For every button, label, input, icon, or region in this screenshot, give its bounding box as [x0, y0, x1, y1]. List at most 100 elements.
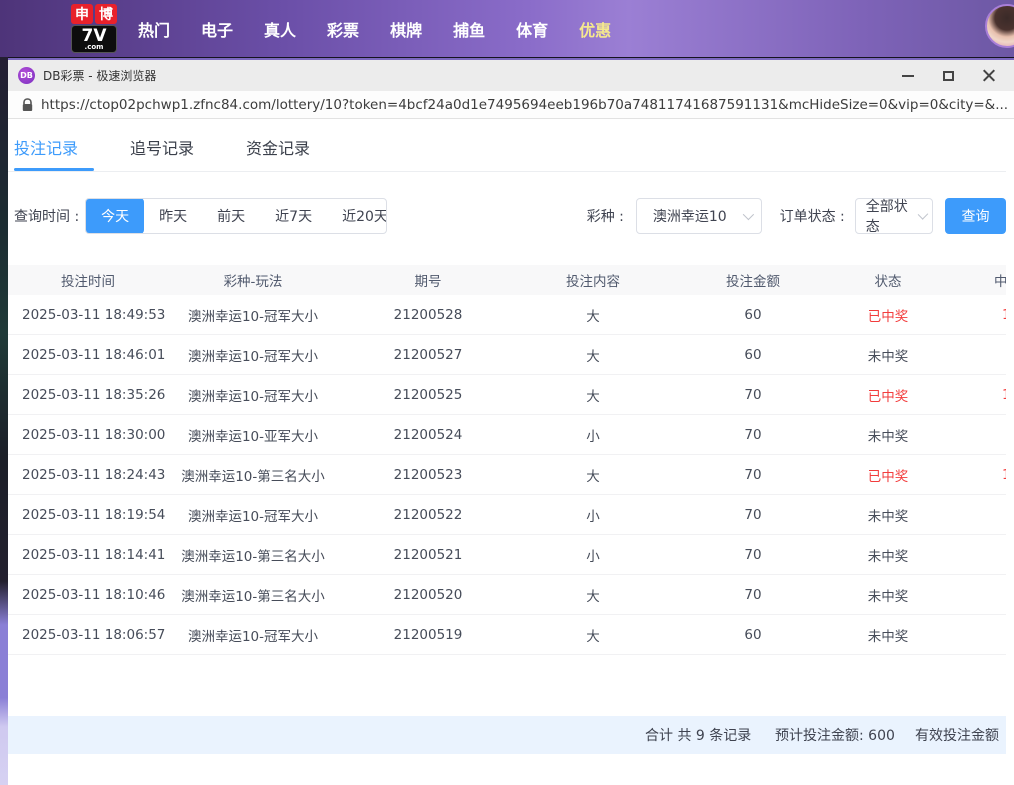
- page-content: 投注记录追号记录资金记录 查询时间 : 今天昨天前天近7天近20天(低频) 彩种…: [8, 119, 1014, 785]
- column-header-5: 投注金额: [668, 270, 838, 290]
- table-row[interactable]: 2025-03-11 18:24:43澳洲幸运10-第三名大小21200523大…: [8, 455, 1006, 495]
- cell-game: 澳洲幸运10-第三名大小: [168, 585, 338, 605]
- cell-amount: 70: [668, 427, 838, 443]
- cell-status: 已中奖: [838, 465, 938, 485]
- cell-status: 已中奖: [838, 305, 938, 325]
- cell-game: 澳洲幸运10-冠军大小: [168, 385, 338, 405]
- column-header-7: 中奖金额: [938, 270, 1006, 290]
- column-header-2: 彩种-玩法: [168, 270, 338, 290]
- cell-issue: 21200524: [338, 427, 518, 443]
- nav-item-4[interactable]: 彩票: [327, 17, 359, 41]
- close-button[interactable]: [968, 60, 1008, 91]
- top-nav: 热门 电子 真人 彩票 棋牌 捕鱼 体育 优惠: [138, 17, 611, 41]
- logo-com-text: .com: [72, 44, 116, 51]
- user-avatar[interactable]: [985, 4, 1014, 48]
- table-row[interactable]: 2025-03-11 18:14:41澳洲幸运10-第三名大小21200521小…: [8, 535, 1006, 575]
- cell-content: 大: [518, 305, 668, 325]
- app-icon: DB: [18, 67, 35, 84]
- cell-amount: 70: [668, 587, 838, 603]
- lottery-select-value: 澳洲幸运10: [653, 206, 727, 226]
- site-logo[interactable]: 申 博 7V .com: [68, 4, 120, 54]
- table-header-row: 投注时间彩种-玩法期号投注内容投注金额状态中奖金额: [8, 265, 1006, 295]
- cell-time: 2025-03-11 18:10:46: [8, 587, 168, 603]
- table-body: 2025-03-11 18:49:53澳洲幸运10-冠军大小21200528大6…: [8, 295, 1006, 655]
- table-row[interactable]: 2025-03-11 18:06:57澳洲幸运10-冠军大小21200519大6…: [8, 615, 1006, 655]
- nav-item-6[interactable]: 捕鱼: [453, 17, 485, 41]
- cell-content: 大: [518, 465, 668, 485]
- order-status-select[interactable]: 全部状态: [855, 198, 933, 234]
- summary-expected-amount: 预计投注金额: 600: [775, 716, 895, 754]
- cell-time: 2025-03-11 18:46:01: [8, 347, 168, 363]
- nav-item-8[interactable]: 优惠: [579, 17, 611, 41]
- table-row[interactable]: 2025-03-11 18:19:54澳洲幸运10-冠军大小21200522小7…: [8, 495, 1006, 535]
- cell-amount: 70: [668, 467, 838, 483]
- time-option-5[interactable]: 近20天(低频): [327, 198, 387, 234]
- window-title: DB彩票 - 极速浏览器: [43, 67, 156, 84]
- time-option-3[interactable]: 前天: [202, 198, 260, 234]
- lottery-select[interactable]: 澳洲幸运10: [636, 198, 762, 234]
- cell-time: 2025-03-11 18:19:54: [8, 507, 168, 523]
- filter-bar: 查询时间 : 今天昨天前天近7天近20天(低频) 彩种 : 澳洲幸运10 订单状…: [8, 198, 1006, 234]
- tab-1[interactable]: 投注记录: [14, 123, 124, 171]
- summary-valid-amount: 有效投注金额: [915, 716, 999, 754]
- search-button[interactable]: 查询: [945, 198, 1006, 234]
- nav-item-5[interactable]: 棋牌: [390, 17, 422, 41]
- column-header-3: 期号: [338, 270, 518, 290]
- time-filter-group: 今天昨天前天近7天近20天(低频): [85, 198, 387, 234]
- cell-game: 澳洲幸运10-第三名大小: [168, 545, 338, 565]
- time-option-4[interactable]: 近7天: [260, 198, 327, 234]
- cell-game: 澳洲幸运10-冠军大小: [168, 505, 338, 525]
- table-row[interactable]: 2025-03-11 18:46:01澳洲幸运10-冠军大小21200527大6…: [8, 335, 1006, 375]
- logo-char-2: 博: [95, 4, 117, 24]
- nav-item-3[interactable]: 真人: [264, 17, 296, 41]
- cell-content: 小: [518, 545, 668, 565]
- nav-item-2[interactable]: 电子: [201, 17, 233, 41]
- cell-amount: 70: [668, 547, 838, 563]
- time-option-2[interactable]: 昨天: [144, 198, 202, 234]
- nav-item-1[interactable]: 热门: [138, 17, 170, 41]
- site-topbar: 申 博 7V .com 热门 电子 真人 彩票 棋牌 捕鱼 体育 优惠: [0, 0, 1014, 57]
- chevron-down-icon: [917, 209, 928, 220]
- table-row[interactable]: 2025-03-11 18:35:26澳洲幸运10-冠军大小21200525大7…: [8, 375, 1006, 415]
- cell-game: 澳洲幸运10-亚军大小: [168, 425, 338, 445]
- cell-amount: 70: [668, 387, 838, 403]
- cell-amount: 60: [668, 307, 838, 323]
- tab-3[interactable]: 资金记录: [246, 123, 356, 171]
- cell-content: 大: [518, 385, 668, 405]
- cell-time: 2025-03-11 18:06:57: [8, 627, 168, 643]
- address-bar[interactable]: https://ctop02pchwp1.zfnc84.com/lottery/…: [8, 91, 1014, 119]
- table-row[interactable]: 2025-03-11 18:30:00澳洲幸运10-亚军大小21200524小7…: [8, 415, 1006, 455]
- cell-issue: 21200523: [338, 467, 518, 483]
- url-text[interactable]: https://ctop02pchwp1.zfnc84.com/lottery/…: [41, 97, 1008, 113]
- minimize-icon: [902, 75, 914, 77]
- cell-amount: 70: [668, 507, 838, 523]
- table-row[interactable]: 2025-03-11 18:49:53澳洲幸运10-冠军大小21200528大6…: [8, 295, 1006, 335]
- nav-item-7[interactable]: 体育: [516, 17, 548, 41]
- cell-status: 未中奖: [838, 545, 938, 565]
- bet-records-table: 投注时间彩种-玩法期号投注内容投注金额状态中奖金额 2025-03-11 18:…: [8, 265, 1006, 655]
- maximize-button[interactable]: [928, 60, 968, 91]
- cell-win: 1: [938, 387, 1006, 403]
- cell-win: 1: [938, 467, 1006, 483]
- minimize-button[interactable]: [888, 60, 928, 91]
- window-titlebar[interactable]: DB DB彩票 - 极速浏览器: [8, 60, 1014, 91]
- column-header-4: 投注内容: [518, 270, 668, 290]
- cell-issue: 21200519: [338, 627, 518, 643]
- cell-issue: 21200525: [338, 387, 518, 403]
- table-row[interactable]: 2025-03-11 18:10:46澳洲幸运10-第三名大小21200520大…: [8, 575, 1006, 615]
- cell-status: 已中奖: [838, 385, 938, 405]
- time-option-1[interactable]: 今天: [86, 198, 144, 234]
- cell-amount: 60: [668, 347, 838, 363]
- cell-issue: 21200522: [338, 507, 518, 523]
- cell-game: 澳洲幸运10-冠军大小: [168, 305, 338, 325]
- cell-status: 未中奖: [838, 505, 938, 525]
- maximize-icon: [943, 71, 954, 81]
- desktop-edge-left: [0, 57, 8, 785]
- cell-time: 2025-03-11 18:30:00: [8, 427, 168, 443]
- cell-content: 小: [518, 505, 668, 525]
- tab-2[interactable]: 追号记录: [130, 123, 240, 171]
- cell-time: 2025-03-11 18:24:43: [8, 467, 168, 483]
- cell-game: 澳洲幸运10-冠军大小: [168, 345, 338, 365]
- browser-window: DB DB彩票 - 极速浏览器 https://ctop02pchwp1.zfn…: [8, 58, 1014, 785]
- logo-7v-text: 7V: [72, 28, 116, 45]
